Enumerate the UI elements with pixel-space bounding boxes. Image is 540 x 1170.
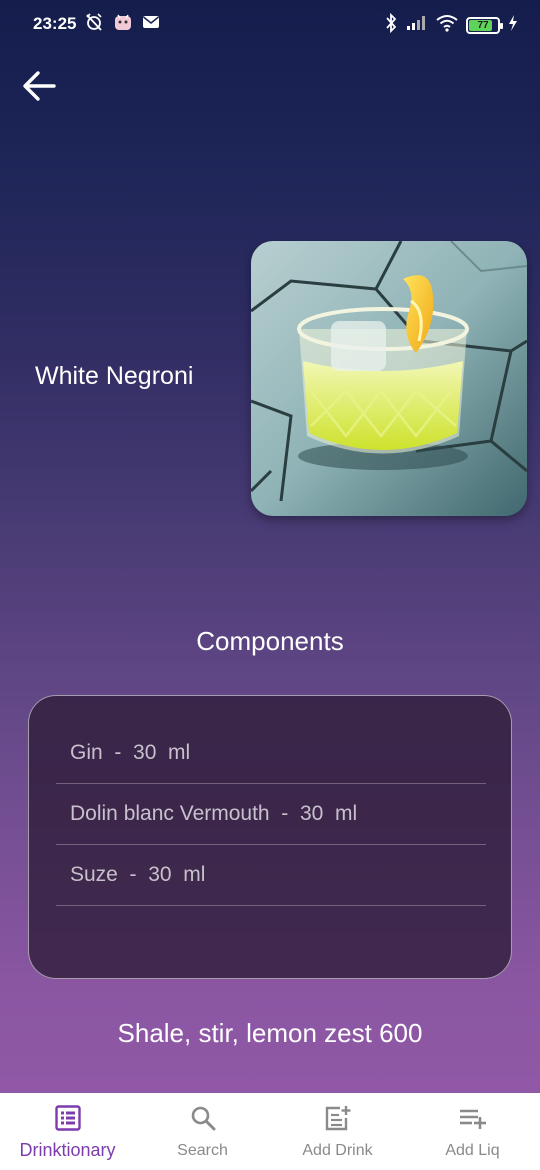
status-left-icons [84,12,160,37]
playlist-add-icon [458,1105,488,1136]
status-time: 23:25 [33,14,77,33]
wifi-icon [436,14,458,37]
bluetooth-icon [384,12,398,38]
drink-photo [251,241,527,516]
arrow-back-icon [18,71,62,112]
alarm-off-icon [84,12,104,37]
component-row: Dolin blanc Vermouth - 30 ml [56,784,486,845]
search-icon [190,1105,216,1136]
cocktail-photo-icon [251,241,527,516]
component-row: Suze - 30 ml [56,845,486,906]
charging-icon [508,15,518,36]
status-bar: 23:25 77 [0,0,540,48]
nav-label-search: Search [177,1142,228,1159]
battery-level: 77 [477,20,489,31]
nav-item-drinktionary[interactable]: Drinktionary [0,1093,135,1170]
nav-label-add-drink: Add Drink [302,1142,373,1159]
bottom-nav: Drinktionary Search Add Drink Add Liq [0,1093,540,1170]
drink-instructions: Shale, stir, lemon zest 600 [117,1018,423,1048]
signal-icon [406,15,428,36]
components-card: Gin - 30 ml Dolin blanc Vermouth - 30 ml… [28,695,512,979]
status-right-icons: 77 [384,12,518,38]
nav-item-add-liq[interactable]: Add Liq [405,1093,540,1170]
component-row: Gin - 30 ml [56,723,486,784]
add-note-icon [324,1105,352,1136]
nav-label-drinktionary: Drinktionary [19,1140,116,1160]
back-button[interactable] [18,64,62,108]
nav-label-add-liq: Add Liq [445,1142,500,1159]
app-notification-icon [112,12,134,37]
mail-icon [142,15,160,34]
components-title: Components [196,626,344,656]
drink-name: White Negroni [35,362,194,390]
nav-item-search[interactable]: Search [135,1093,270,1170]
list-icon [54,1105,81,1136]
battery-icon: 77 [466,17,503,34]
battery-tip [500,23,503,29]
nav-item-add-drink[interactable]: Add Drink [270,1093,405,1170]
